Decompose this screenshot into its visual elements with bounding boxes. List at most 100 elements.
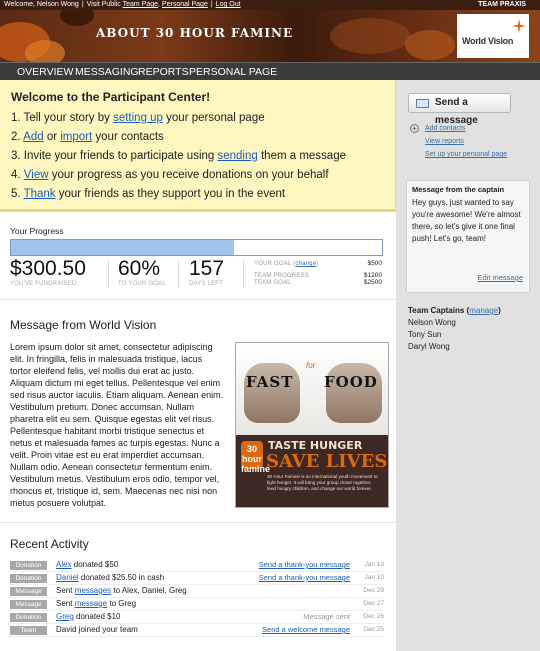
manage-captains-link[interactable]: manage xyxy=(469,306,498,315)
team-name: TEAM PRAXIS xyxy=(478,1,526,8)
welcome-text: Welcome, Nelson Wong xyxy=(4,1,79,8)
activity-date: Dec 27 xyxy=(363,600,384,607)
activity-type-badge: Message xyxy=(10,600,47,609)
team-page-link[interactable]: Team Page xyxy=(123,1,158,8)
poster-fast: FAST xyxy=(246,373,294,391)
activity-description: Alex donated $50 xyxy=(56,560,119,569)
percent-value: 60% xyxy=(118,257,161,280)
activity-link[interactable]: message xyxy=(75,599,107,608)
days-left-value: 157 xyxy=(189,257,225,280)
change-goal-link[interactable]: change xyxy=(295,261,316,267)
logout-link[interactable]: Log Out xyxy=(216,1,241,8)
welcome-title: Welcome to the Participant Center! xyxy=(11,90,211,104)
raised-amount: $300.50 xyxy=(10,257,86,280)
famine-poster: FAST for FOOD 30 hour famine TASTE HUNGE… xyxy=(235,342,389,508)
thank-link[interactable]: Thank xyxy=(24,188,56,200)
activity-link[interactable]: Alex xyxy=(56,560,72,569)
raised-caption: YOU'VE FUNDRAISED xyxy=(10,281,77,287)
setting-up-link[interactable]: setting up xyxy=(113,112,163,124)
banner: ABOUT 30 HOUR FAMINE World Vision xyxy=(0,10,540,62)
activity-type-badge: Message xyxy=(10,587,47,596)
visit-public-text: Visit Public xyxy=(86,1,121,8)
activity-link[interactable]: messages xyxy=(75,586,111,595)
sending-link[interactable]: sending xyxy=(217,150,257,162)
activity-row: Donation Daniel donated $25.50 in cash Sen… xyxy=(10,572,384,585)
step-1: 1. Tell your story by setting up your pe… xyxy=(11,112,265,124)
nav-reports[interactable]: REPORTS xyxy=(138,63,189,81)
poster-food: FOOD xyxy=(324,373,378,391)
recent-activity-title: Recent Activity xyxy=(10,537,89,551)
message-icon xyxy=(416,99,429,108)
activity-action-link[interactable]: Send a welcome message xyxy=(262,625,350,634)
step-2: 2. Add or import your contacts xyxy=(11,131,164,143)
poster-body: 30 Hour Famine is an international youth… xyxy=(267,474,378,491)
divider xyxy=(0,522,396,523)
sidebar: Send a message + Add contacts View repor… xyxy=(396,80,540,651)
nav-messaging[interactable]: MESSAGING xyxy=(75,63,139,81)
activity-date: Dec 29 xyxy=(363,587,384,594)
nav-personal-page[interactable]: PERSONAL PAGE xyxy=(189,63,277,81)
progress-section: Your Progress $300.50 YOU'VE FUNDRAISED … xyxy=(0,216,396,296)
send-message-button[interactable]: Send a message xyxy=(408,93,511,126)
world-vision-logo: World Vision xyxy=(457,14,529,58)
percent-caption: TO YOUR GOAL xyxy=(118,281,166,287)
setup-personal-page-link[interactable]: Set up your personal page xyxy=(425,151,507,158)
team-captains-label: Team Captains (manage) xyxy=(408,306,501,315)
activity-description: Sent messages to Alex, Daniel, Greg xyxy=(56,586,187,595)
activity-row: Team David joined your team Send a welcome… xyxy=(10,624,384,637)
star-icon xyxy=(512,19,526,33)
activity-description: Greg donated $10 xyxy=(56,612,121,621)
message-title: Message from World Vision xyxy=(10,318,157,332)
days-left-caption: DAYS LEFT xyxy=(189,281,224,287)
activity-type-badge: Donation xyxy=(10,561,47,570)
logo-text: World Vision xyxy=(462,36,514,46)
poster-headline-2: SAVE LIVES xyxy=(266,451,388,472)
welcome-panel: Welcome to the Participant Center! 1. Te… xyxy=(0,80,396,212)
captain-message-text: Hey guys, just wanted to say you're awes… xyxy=(412,198,521,243)
activity-action-link[interactable]: Send a thank-you message xyxy=(259,573,350,582)
import-contacts-link[interactable]: import xyxy=(60,131,92,143)
activity-type-badge: Donation xyxy=(10,574,47,583)
activity-description: Sent message to Greg xyxy=(56,599,137,608)
captain-name: Nelson Wong xyxy=(408,318,456,327)
activity-row: Message Sent messages to Alex, Daniel, Gr… xyxy=(10,585,384,598)
add-contacts-sidebar-link[interactable]: Add contacts xyxy=(425,125,465,132)
edit-message-link[interactable]: Edit message xyxy=(478,273,523,282)
progress-bar xyxy=(10,239,383,256)
personal-page-link[interactable]: Personal Page xyxy=(162,1,208,8)
step-4: 4. View your progress as you receive don… xyxy=(11,169,329,181)
activity-date: Jan 13 xyxy=(364,561,384,568)
add-contacts-icon[interactable]: + xyxy=(410,124,419,133)
activity-type-badge: Team xyxy=(10,626,47,635)
team-goal-value: $2500 xyxy=(363,279,382,286)
poster-for: for xyxy=(306,361,316,370)
activity-row: Message Sent message to Greg Dec 27 xyxy=(10,598,384,611)
activity-description: David joined your team xyxy=(56,625,138,634)
activity-action-link[interactable]: Send a thank-you message xyxy=(259,560,350,569)
team-progress-value: $1200 xyxy=(363,272,382,279)
captain-message-box: Message from the captain Hey guys, just … xyxy=(406,180,530,293)
message-sent-status: Message sent xyxy=(303,612,350,621)
progress-label: Your Progress xyxy=(10,226,64,236)
message-body: Lorem ipsum dolor sit amet, consectetur … xyxy=(10,342,224,508)
activity-description: Daniel donated $25.50 in cash xyxy=(56,573,165,582)
progress-bar-fill xyxy=(11,240,234,255)
nav-overview[interactable]: OVERVIEW xyxy=(17,63,73,81)
activity-row: Donation Greg donated $10 Message sent Dec … xyxy=(10,611,384,624)
activity-type-badge: Donation xyxy=(10,613,47,622)
view-link[interactable]: View xyxy=(24,169,49,181)
your-goal-label: YOUR GOAL (change) xyxy=(254,261,319,267)
activity-link[interactable]: Daniel xyxy=(56,573,79,582)
activity-row: Donation Alex donated $50 Send a thank-you… xyxy=(10,559,384,572)
top-bar: Welcome, Nelson Wong | Visit Public Team P… xyxy=(0,0,540,10)
activity-link[interactable]: Greg xyxy=(56,612,74,621)
add-contacts-link[interactable]: Add xyxy=(23,131,43,143)
your-goal-value: $500 xyxy=(367,260,382,267)
captain-message-title: Message from the captain xyxy=(412,185,505,194)
captain-name: Daryl Wong xyxy=(408,342,450,351)
activity-date: Jan 10 xyxy=(364,574,384,581)
step-5: 5. Thank your friends as they support yo… xyxy=(11,188,286,200)
step-3: 3. Invite your friends to participate us… xyxy=(11,150,346,162)
main-nav: OVERVIEW MESSAGING REPORTS PERSONAL PAGE xyxy=(0,62,540,80)
view-reports-link[interactable]: View reports xyxy=(425,138,464,145)
